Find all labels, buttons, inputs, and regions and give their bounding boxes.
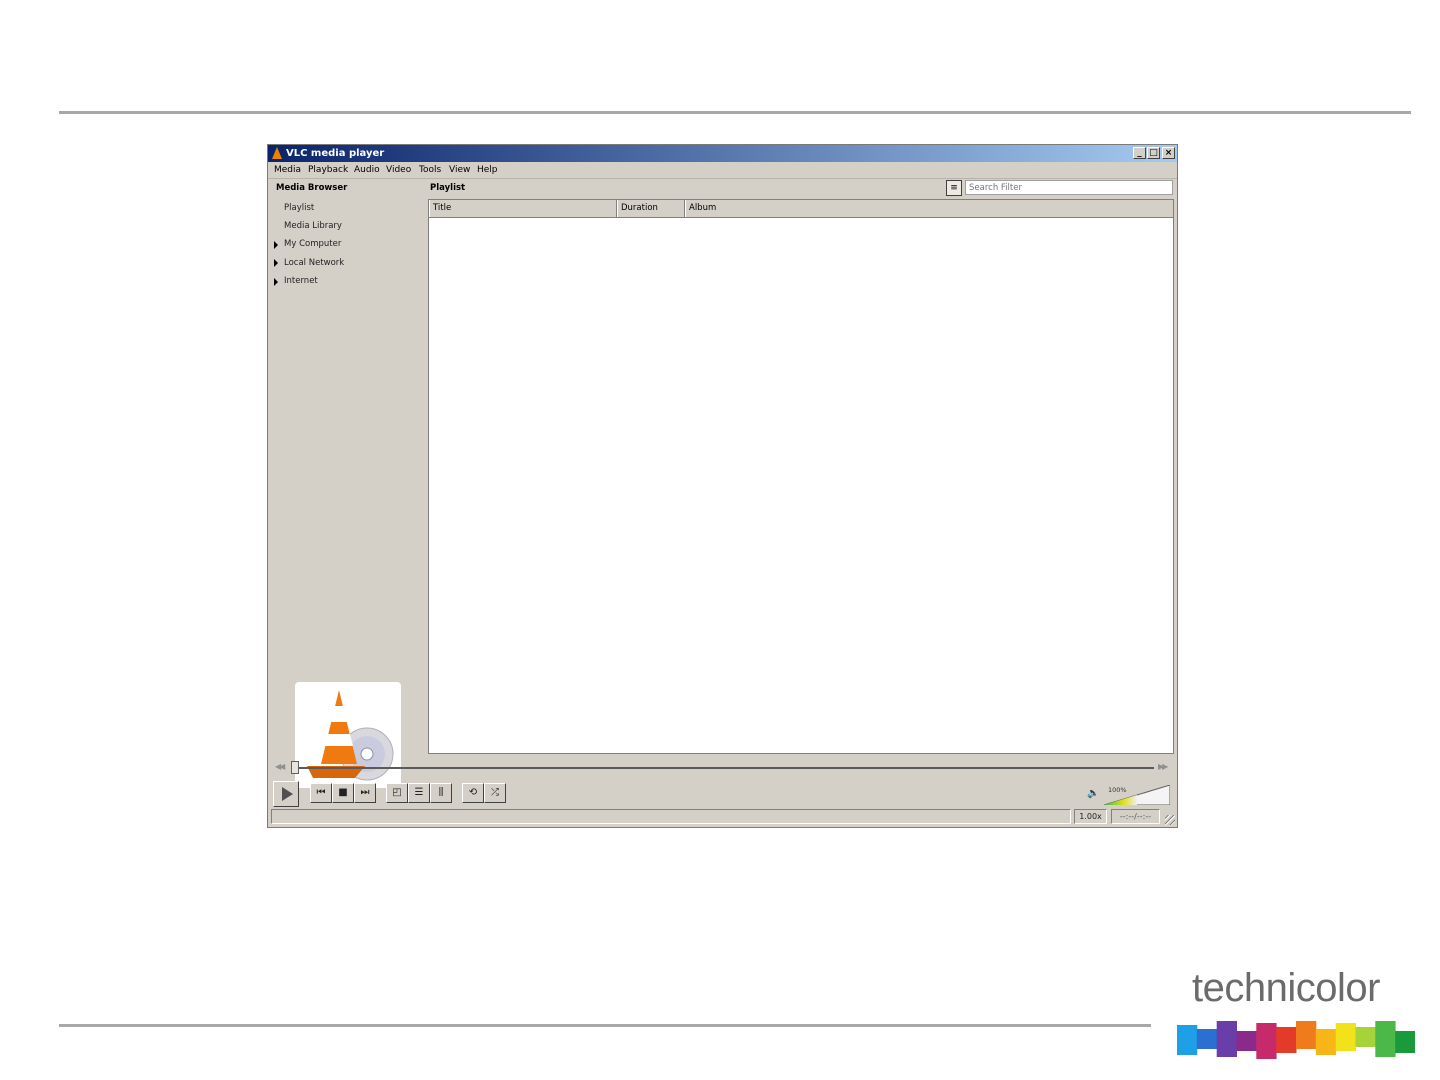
shuffle-button[interactable]: ⤮ bbox=[484, 783, 506, 803]
logo-color-bar bbox=[1276, 1027, 1297, 1053]
next-icon: ⏭ bbox=[360, 787, 370, 798]
slide-top-rule bbox=[59, 111, 1411, 114]
playback-speed[interactable]: 1.00x bbox=[1074, 809, 1107, 824]
previous-icon: ⏮ bbox=[316, 787, 326, 798]
logo-color-bar bbox=[1216, 1021, 1237, 1057]
stop-icon: ■ bbox=[338, 787, 348, 798]
logo-color-bar bbox=[1315, 1029, 1337, 1055]
list-view-icon: ≡ bbox=[950, 183, 958, 193]
logo-color-bar bbox=[1335, 1023, 1356, 1051]
logo-color-bar bbox=[1177, 1025, 1198, 1055]
equalizer-icon: ⫼ bbox=[438, 787, 444, 798]
logo-color-bar bbox=[1355, 1027, 1376, 1047]
playlist-table[interactable]: Title Duration Album bbox=[428, 199, 1174, 754]
slide-bottom-rule bbox=[59, 1024, 1151, 1027]
title-bar[interactable]: VLC media player _ □ × bbox=[268, 145, 1177, 162]
column-title[interactable]: Title bbox=[429, 200, 617, 217]
logo-color-bar bbox=[1236, 1031, 1257, 1051]
playlist-heading: Playlist bbox=[430, 183, 466, 193]
menu-view[interactable]: View bbox=[449, 162, 470, 178]
logo-color-bar bbox=[1196, 1029, 1218, 1049]
shuffle-icon: ⤮ bbox=[491, 787, 499, 798]
playlist-table-header: Title Duration Album bbox=[429, 200, 1173, 218]
media-browser-heading: Media Browser bbox=[276, 183, 348, 193]
fullscreen-button[interactable]: ◰ bbox=[386, 783, 408, 803]
playlist-toggle-button[interactable]: ☰ bbox=[408, 783, 430, 803]
playlist-view-button[interactable]: ≡ bbox=[946, 180, 962, 196]
speaker-icon[interactable]: 🔈 bbox=[1087, 788, 1099, 799]
menu-playback[interactable]: Playback bbox=[308, 162, 348, 178]
play-button[interactable] bbox=[273, 781, 299, 807]
logo-color-bar bbox=[1296, 1021, 1317, 1049]
fullscreen-icon: ◰ bbox=[392, 787, 402, 798]
previous-button[interactable]: ⏮ bbox=[310, 783, 332, 803]
extended-settings-button[interactable]: ⫼ bbox=[430, 783, 452, 803]
volume-percent: 100% bbox=[1108, 786, 1127, 794]
status-bar bbox=[271, 809, 1071, 824]
menu-audio[interactable]: Audio bbox=[354, 162, 380, 178]
sidebar-item-local-network[interactable]: Local Network bbox=[284, 258, 344, 268]
seek-forward-icon[interactable]: ▶▶ bbox=[1158, 762, 1168, 771]
expand-arrow-icon[interactable] bbox=[274, 259, 278, 267]
loop-button[interactable]: ⟲ bbox=[462, 783, 484, 803]
logo-color-bar bbox=[1395, 1031, 1415, 1053]
window-title: VLC media player bbox=[286, 148, 385, 159]
stop-button[interactable]: ■ bbox=[332, 783, 354, 803]
sidebar-item-playlist[interactable]: Playlist bbox=[284, 203, 314, 213]
maximize-button[interactable]: □ bbox=[1147, 147, 1160, 159]
expand-arrow-icon[interactable] bbox=[274, 241, 278, 249]
time-display[interactable]: --:--/--:-- bbox=[1111, 809, 1160, 824]
minimize-button[interactable]: _ bbox=[1133, 147, 1146, 159]
seek-handle[interactable] bbox=[291, 761, 299, 774]
seek-bar[interactable] bbox=[292, 767, 1154, 769]
vlc-cone-icon bbox=[272, 147, 282, 159]
sidebar-item-internet[interactable]: Internet bbox=[284, 276, 318, 286]
technicolor-logo-text: technicolor bbox=[1192, 966, 1380, 1010]
seek-back-icon[interactable]: ◀◀ bbox=[275, 762, 285, 771]
technicolor-color-bars-logo bbox=[1177, 1021, 1415, 1059]
vlc-window: VLC media player _ □ × Media Playback Au… bbox=[267, 144, 1178, 828]
resize-grip[interactable] bbox=[1165, 815, 1175, 825]
loop-icon: ⟲ bbox=[468, 787, 478, 798]
search-filter-input[interactable] bbox=[965, 180, 1173, 195]
column-duration[interactable]: Duration bbox=[617, 200, 685, 217]
logo-color-bar bbox=[1256, 1023, 1277, 1059]
album-art-placeholder bbox=[295, 682, 401, 788]
logo-color-bar bbox=[1375, 1021, 1396, 1057]
menu-media[interactable]: Media bbox=[274, 162, 301, 178]
vlc-cone-disc-icon bbox=[307, 690, 394, 781]
close-button[interactable]: × bbox=[1162, 147, 1175, 159]
column-album[interactable]: Album bbox=[685, 200, 1173, 217]
sidebar-item-my-computer[interactable]: My Computer bbox=[284, 239, 341, 249]
media-browser-sidebar: Media Browser Playlist Media Library My … bbox=[268, 179, 427, 788]
playlist-icon: ☰ bbox=[414, 787, 424, 798]
menu-video[interactable]: Video bbox=[386, 162, 411, 178]
play-icon bbox=[282, 787, 293, 801]
menu-help[interactable]: Help bbox=[477, 162, 498, 178]
next-button[interactable]: ⏭ bbox=[354, 783, 376, 803]
menu-bar: Media Playback Audio Video Tools View He… bbox=[268, 162, 1177, 179]
sidebar-item-media-library[interactable]: Media Library bbox=[284, 221, 342, 231]
expand-arrow-icon[interactable] bbox=[274, 278, 278, 286]
menu-tools[interactable]: Tools bbox=[419, 162, 441, 178]
